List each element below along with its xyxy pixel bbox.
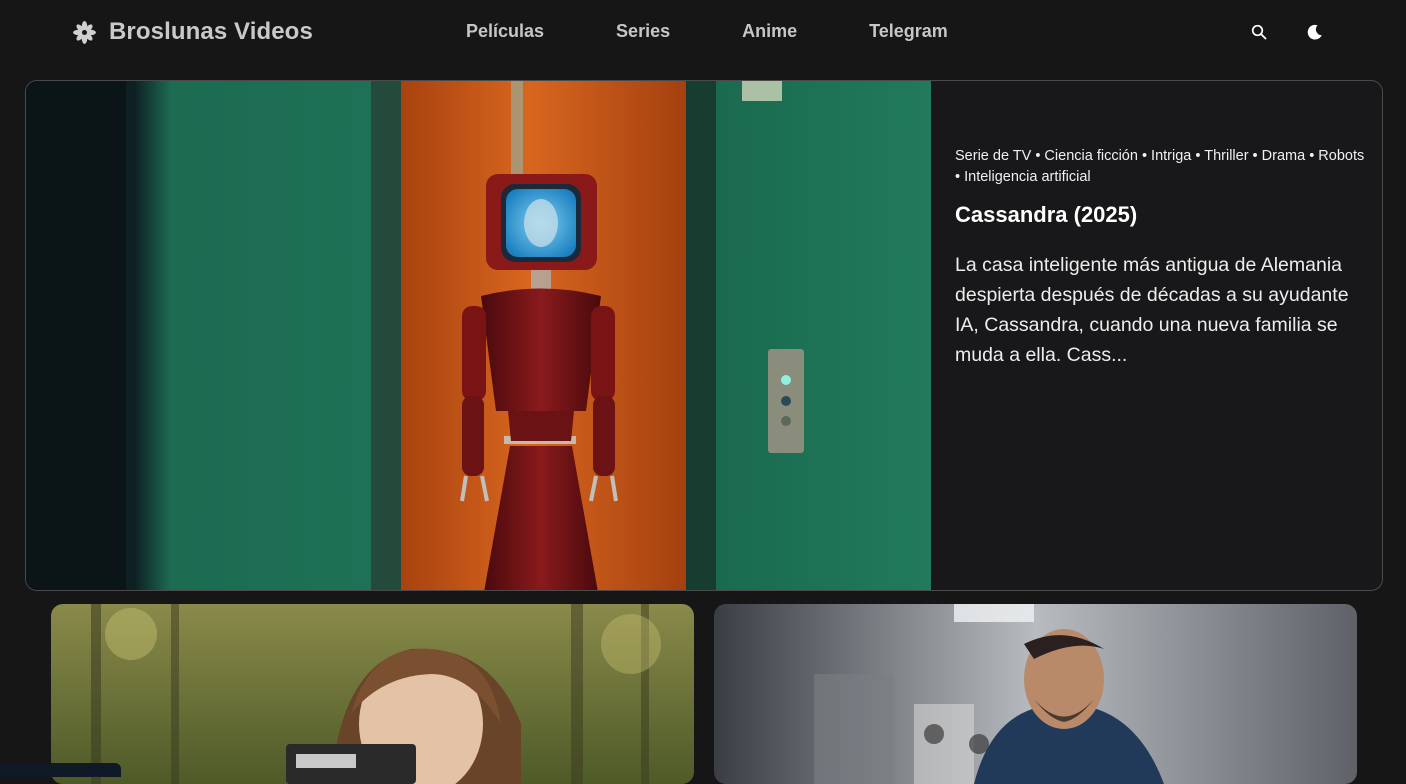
top-nav-bar: Broslunas Videos Películas Series Anime … [0,0,1406,66]
card-thumbnail-image [51,604,694,784]
brand-name: Broslunas Videos [109,18,313,45]
flower-logo-icon [73,20,96,44]
nav-link-telegram[interactable]: Telegram [869,21,948,42]
nav-link-peliculas[interactable]: Películas [466,21,544,42]
hero-description: La casa inteligente más antigua de Alema… [955,254,1349,366]
search-icon [1251,24,1267,40]
theme-toggle-button[interactable] [1304,22,1324,42]
search-button[interactable] [1249,22,1269,42]
media-card-1[interactable] [51,604,694,784]
nav-link-anime[interactable]: Anime [742,21,797,42]
main-nav: Películas Series Anime Telegram [466,21,948,42]
moon-icon [1307,24,1322,40]
hero-poster-image [26,81,931,590]
nav-link-series[interactable]: Series [616,21,670,42]
corner-status-tab [0,763,121,777]
hero-genres: Serie de TV • Ciencia ficción • Intriga … [955,148,1365,185]
featured-hero-card[interactable]: Serie de TV • Ciencia ficción • Intriga … [25,80,1383,591]
hero-title[interactable]: Cassandra (2025) [955,202,1365,228]
media-card-2[interactable] [714,604,1357,784]
brand-logo-link[interactable]: Broslunas Videos [72,18,313,46]
card-thumbnail-image [714,604,1357,784]
hero-info-panel: Serie de TV • Ciencia ficción • Intriga … [955,146,1365,370]
